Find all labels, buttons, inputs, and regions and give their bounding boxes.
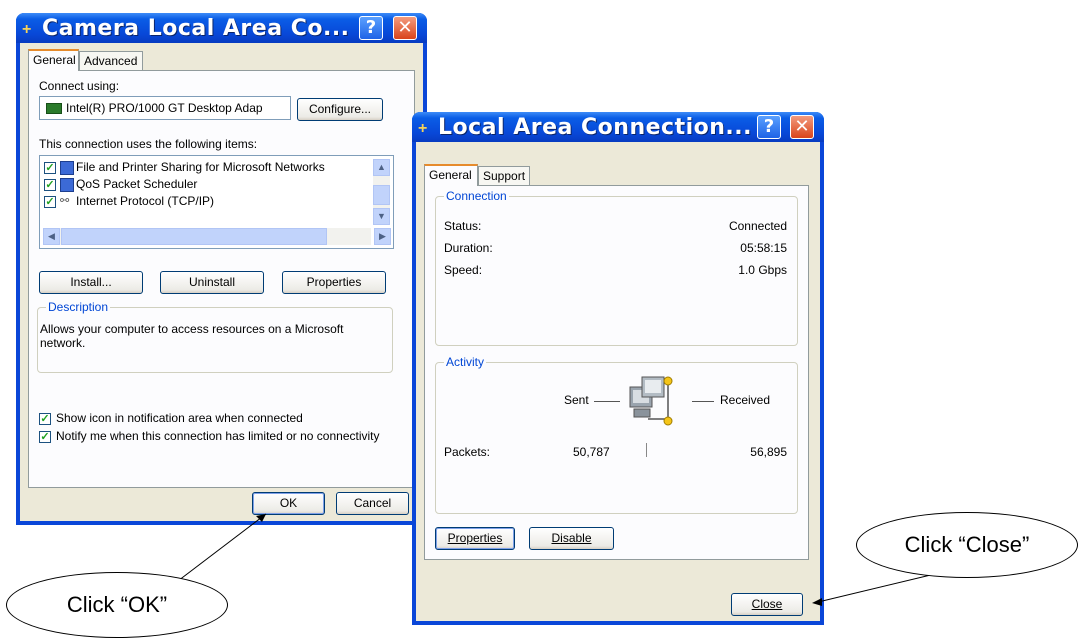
window-title: Camera Local Area Co...	[42, 16, 350, 41]
duration-value: 05:58:15	[740, 241, 787, 255]
item-label: File and Printer Sharing for Microsoft N…	[76, 160, 325, 174]
adapter-icon	[46, 103, 62, 114]
help-button[interactable]: ?	[359, 16, 383, 40]
status-value: Connected	[728, 219, 787, 233]
install-button-label: Install...	[70, 275, 112, 289]
network-computers-icon	[628, 375, 678, 429]
dialog-body: General Support Connection Status: Conne…	[416, 142, 820, 621]
show-icon-label: Show icon in notification area when conn…	[56, 411, 303, 425]
configure-button[interactable]: Configure...	[297, 98, 383, 121]
general-tab-panel: Connection Status: Connected Duration: 0…	[424, 185, 809, 560]
tab-general[interactable]: General	[424, 164, 478, 186]
install-button[interactable]: Install...	[39, 271, 143, 294]
connection-title: Connection	[444, 189, 509, 203]
tab-advanced[interactable]: Advanced	[79, 51, 143, 70]
network-icon: +	[22, 21, 32, 38]
activity-group: Activity Sent Received Packets: 50,787 5…	[435, 355, 798, 514]
lan-status-window: + Local Area Connection... ? ✕ General S…	[412, 112, 824, 625]
dialog-body: General Advanced Connect using: Intel(R)…	[20, 43, 423, 521]
list-item[interactable]: ✓ ⚯ Internet Protocol (TCP/IP)	[44, 194, 364, 210]
scroll-left-button[interactable]: ◀	[43, 228, 60, 245]
item-checkbox[interactable]: ✓	[44, 162, 56, 174]
item-checkbox[interactable]: ✓	[44, 196, 56, 208]
adapter-name: Intel(R) PRO/1000 GT Desktop Adap	[66, 101, 263, 115]
uninstall-button[interactable]: Uninstall	[160, 271, 264, 294]
notify-label: Notify me when this connection has limit…	[56, 429, 380, 443]
close-button-label: Close	[751, 597, 783, 611]
items-list[interactable]: ✓ File and Printer Sharing for Microsoft…	[39, 155, 394, 249]
callout-close-text: Click “Close”	[904, 532, 1030, 557]
ok-button[interactable]: OK	[252, 492, 325, 515]
properties-button[interactable]: Properties	[282, 271, 386, 294]
close-window-button[interactable]: ✕	[393, 16, 417, 40]
description-group: Description Allows your computer to acce…	[37, 300, 393, 373]
network-service-icon	[60, 178, 74, 192]
received-label: Received	[720, 393, 771, 407]
network-service-icon	[60, 161, 74, 175]
list-item[interactable]: ✓ File and Printer Sharing for Microsoft…	[44, 160, 364, 176]
cancel-button[interactable]: Cancel	[336, 492, 409, 515]
sent-label: Sent	[564, 393, 589, 407]
properties-button-label: Properties	[447, 531, 503, 545]
list-item[interactable]: ✓ QoS Packet Scheduler	[44, 177, 364, 193]
status-label: Status:	[444, 219, 482, 233]
packets-sent-value: 50,787	[573, 445, 610, 459]
items-label: This connection uses the following items…	[39, 137, 258, 151]
received-line	[692, 401, 714, 402]
scroll-up-button[interactable]: ▲	[373, 159, 390, 176]
show-icon-checkbox[interactable]: ✓	[39, 413, 51, 425]
tab-support[interactable]: Support	[478, 166, 530, 185]
callout-ok-text: Click “OK”	[66, 592, 168, 617]
description-title: Description	[46, 300, 111, 314]
help-button[interactable]: ?	[757, 115, 781, 139]
item-label: QoS Packet Scheduler	[76, 177, 198, 191]
title-bar[interactable]: + Local Area Connection... ? ✕	[412, 112, 824, 142]
camera-lan-properties-window: + Camera Local Area Co... ? ✕ General Ad…	[16, 13, 427, 525]
window-title: Local Area Connection...	[438, 115, 752, 140]
close-button[interactable]: Close	[731, 593, 803, 616]
speed-label: Speed:	[444, 263, 483, 277]
uninstall-button-label: Uninstall	[188, 275, 236, 289]
tab-general[interactable]: General	[28, 49, 79, 71]
adapter-field: Intel(R) PRO/1000 GT Desktop Adap	[39, 96, 291, 120]
scroll-right-button[interactable]: ▶	[374, 228, 391, 245]
properties-button[interactable]: Properties	[435, 527, 515, 550]
packets-label: Packets:	[444, 445, 491, 459]
connection-group: Connection Status: Connected Duration: 0…	[435, 189, 798, 346]
packets-received-value: 56,895	[750, 445, 787, 459]
packets-divider	[646, 443, 647, 457]
connect-using-label: Connect using:	[39, 79, 120, 93]
description-text-line2: network.	[40, 336, 86, 350]
disable-button-label: Disable	[551, 531, 592, 545]
scroll-thumb-horizontal[interactable]	[61, 228, 327, 245]
network-icon: +	[418, 120, 428, 137]
close-window-button[interactable]: ✕	[790, 115, 814, 139]
item-checkbox[interactable]: ✓	[44, 179, 56, 191]
title-bar[interactable]: + Camera Local Area Co... ? ✕	[16, 13, 427, 43]
disable-button[interactable]: Disable	[529, 527, 614, 550]
duration-label: Duration:	[444, 241, 493, 255]
speed-value: 1.0 Gbps	[738, 263, 787, 277]
sent-line	[594, 401, 620, 402]
properties-button-label: Properties	[306, 275, 362, 289]
notify-checkbox[interactable]: ✓	[39, 431, 51, 443]
item-label: Internet Protocol (TCP/IP)	[76, 194, 215, 208]
protocol-icon: ⚯	[60, 195, 70, 207]
scroll-down-button[interactable]: ▼	[373, 208, 390, 225]
vertical-scrollbar[interactable]: ▲ ▼	[373, 159, 390, 225]
callout-click-close: Click “Close”	[856, 512, 1078, 578]
notify-option[interactable]: ✓ Notify me when this connection has lim…	[39, 429, 380, 445]
scroll-thumb[interactable]	[373, 185, 390, 205]
horizontal-scrollbar[interactable]: ◀ ▶	[43, 228, 391, 245]
activity-title: Activity	[444, 355, 487, 369]
callout-click-ok: Click “OK”	[6, 572, 228, 638]
description-text-line1: Allows your computer to access resources…	[40, 322, 344, 336]
show-icon-option[interactable]: ✓ Show icon in notification area when co…	[39, 411, 379, 427]
general-tab-panel: Connect using: Intel(R) PRO/1000 GT Desk…	[28, 70, 415, 488]
